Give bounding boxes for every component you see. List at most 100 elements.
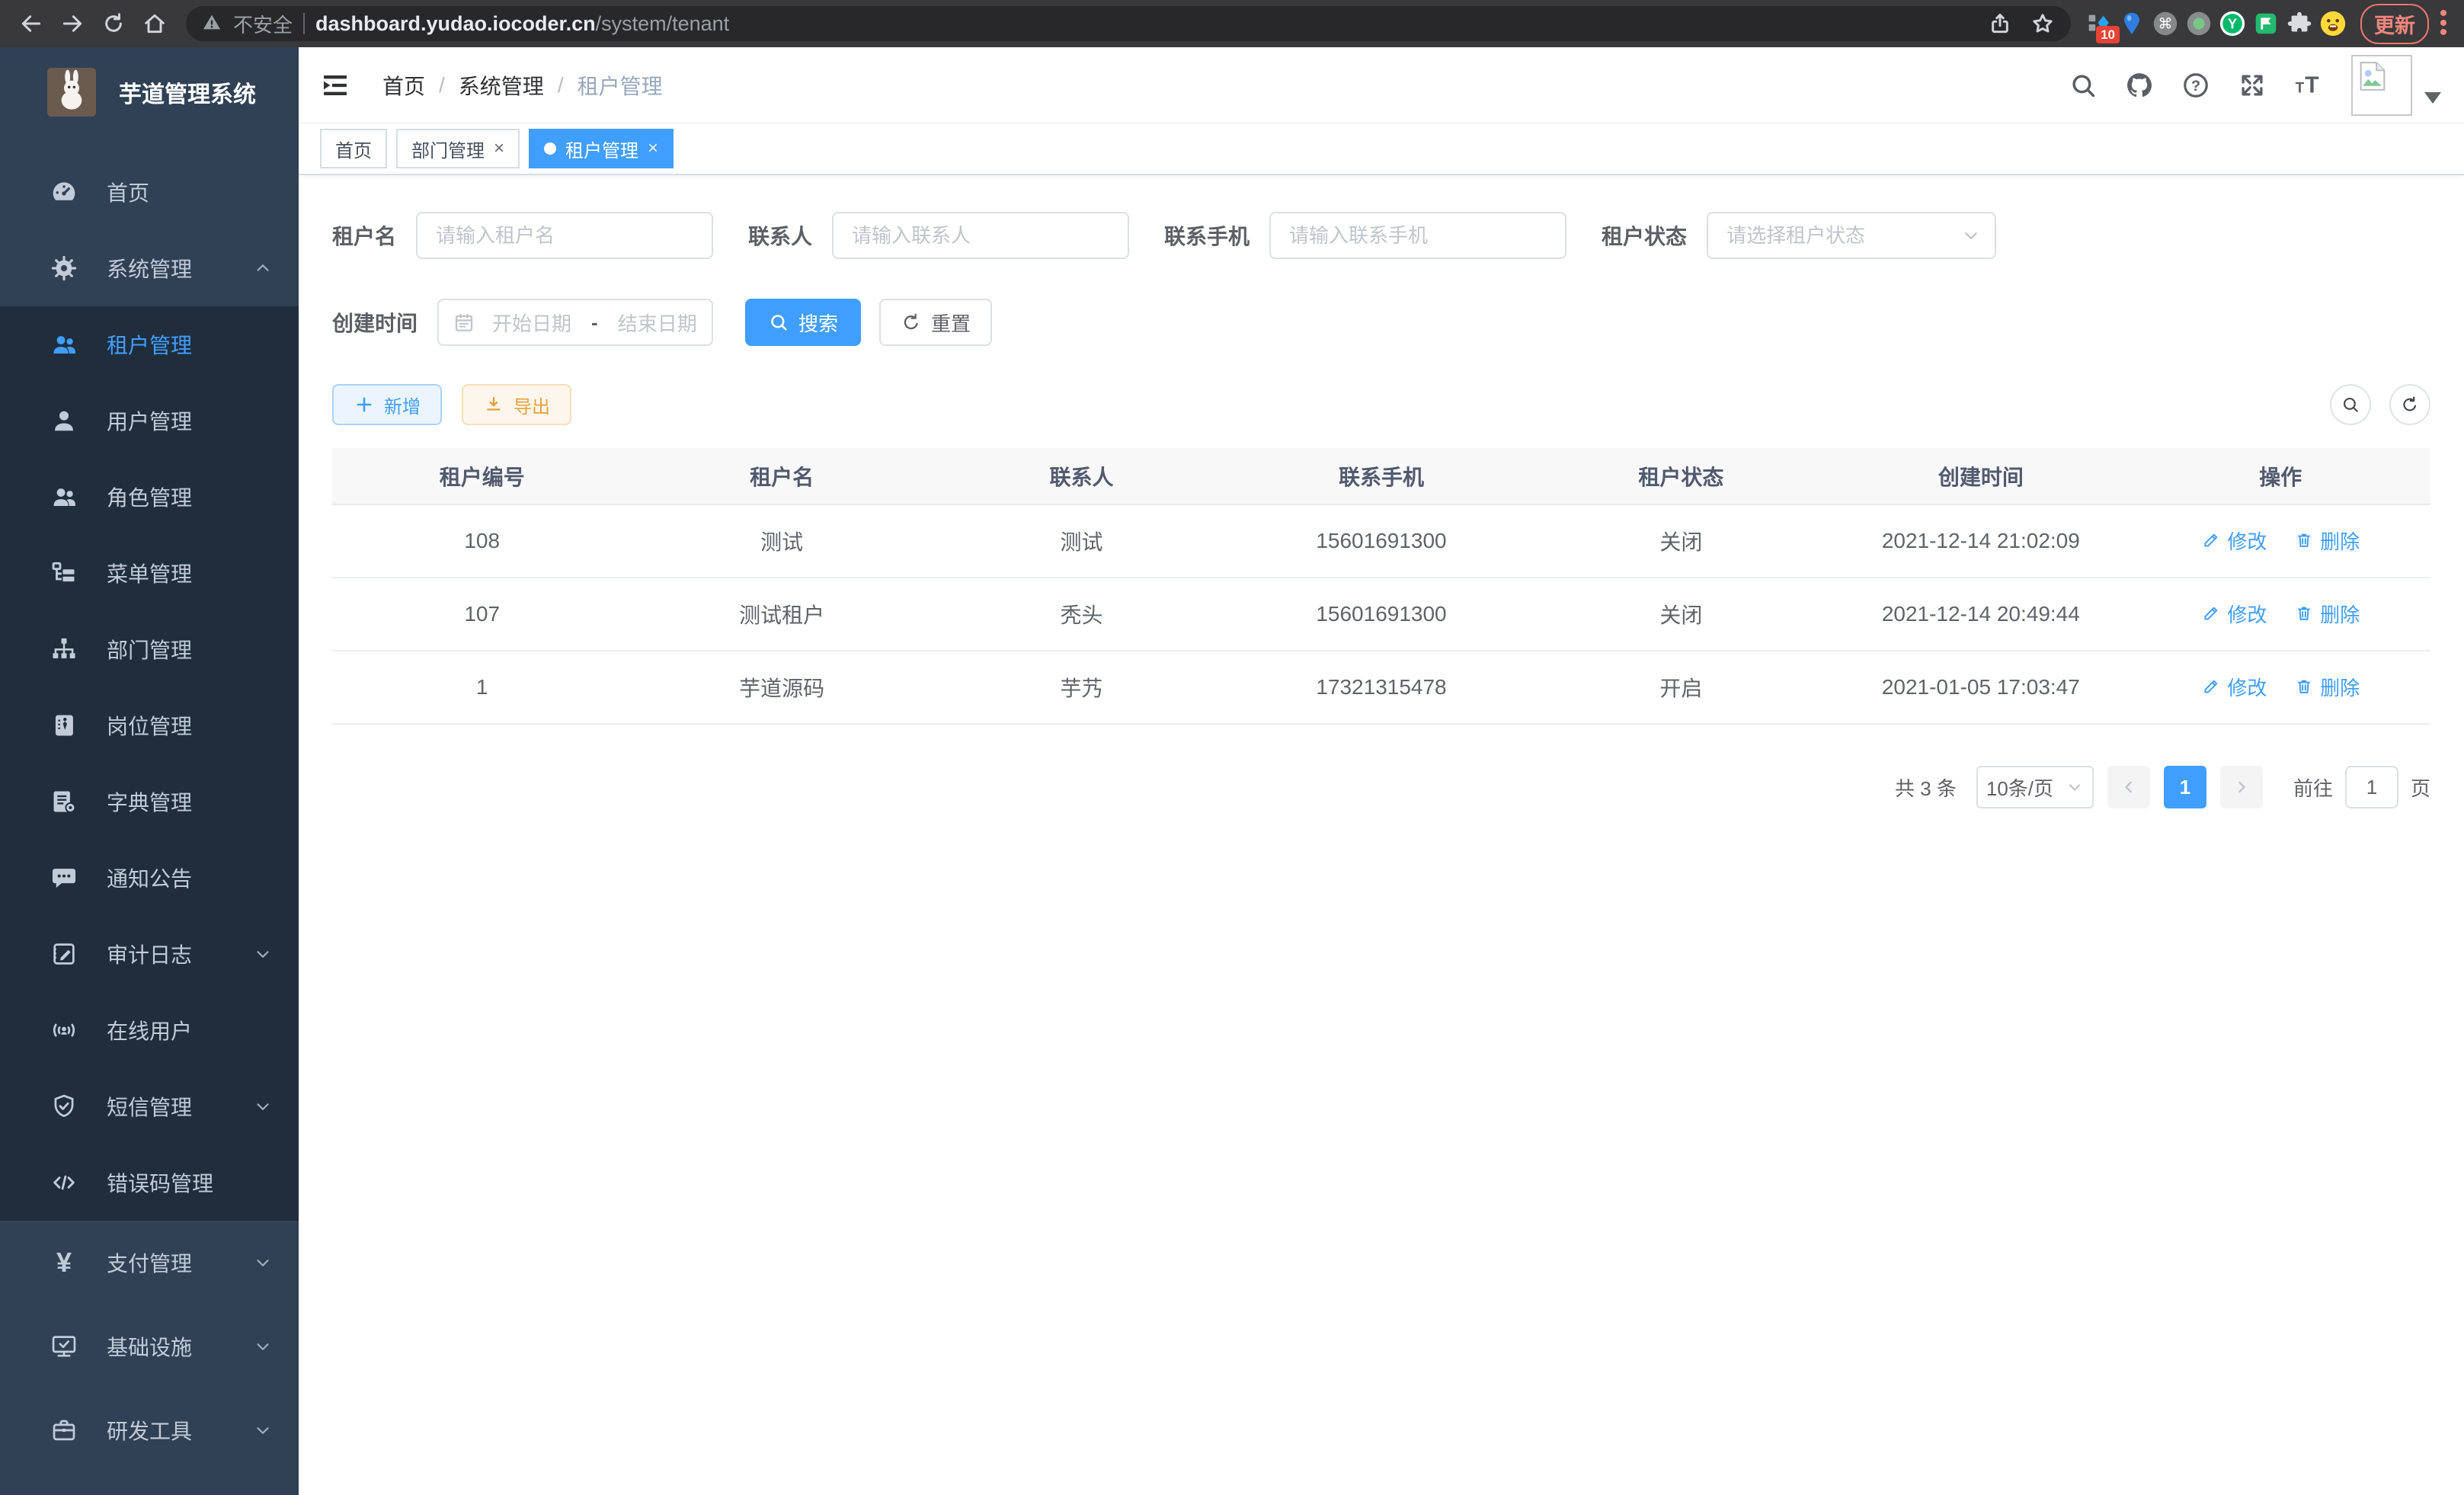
search-button[interactable]: 搜索 — [745, 299, 861, 346]
sidebar-item-dev-tools[interactable]: 研发工具 — [0, 1388, 299, 1472]
header-search-button[interactable] — [2060, 62, 2106, 108]
sidebar-item-system[interactable]: 系统管理 — [0, 230, 299, 306]
chrome-update-button[interactable]: 更新 — [2360, 4, 2429, 44]
col-tenant-id: 租户编号 — [332, 448, 632, 504]
total-count: 共 3 条 — [1895, 773, 1957, 802]
tag-tenant[interactable]: 租户管理 × — [529, 129, 674, 168]
status-select[interactable] — [1707, 212, 1996, 259]
tag-close-icon[interactable]: × — [494, 139, 504, 158]
github-link-button[interactable] — [2117, 62, 2162, 108]
share-icon — [1988, 11, 2012, 36]
goto-page-input[interactable] — [2345, 766, 2398, 808]
bookmark-button[interactable] — [2025, 6, 2060, 41]
tag-close-icon[interactable]: × — [648, 139, 658, 158]
delete-button[interactable]: 删除 — [2294, 673, 2360, 701]
contact-input[interactable] — [832, 212, 1129, 259]
app-logo[interactable]: 芋道管理系统 — [0, 47, 299, 137]
extension-balloon-button[interactable] — [2115, 5, 2149, 42]
fullscreen-button[interactable] — [2229, 62, 2275, 108]
mobile-input[interactable] — [1269, 212, 1566, 259]
browser-back-button[interactable] — [11, 3, 52, 44]
help-button[interactable]: ? — [2173, 62, 2219, 108]
sidebar-item-dict[interactable]: 字典管理 — [0, 764, 299, 840]
avatar-dropdown-caret[interactable] — [2424, 92, 2441, 104]
sidebar-item-label: 通知公告 — [107, 863, 192, 893]
command-icon: ⌘ — [2151, 9, 2180, 38]
sidebar-item-tenant[interactable]: 租户管理 — [0, 306, 299, 383]
tenant-name-input[interactable] — [416, 212, 713, 259]
browser-forward-button[interactable] — [52, 3, 93, 44]
sidebar-item-notice[interactable]: 通知公告 — [0, 840, 299, 916]
status-value: 开启 — [1531, 651, 1831, 724]
next-page-button[interactable] — [2220, 766, 2263, 808]
col-tenant-name: 租户名 — [632, 448, 931, 504]
toggle-search-button[interactable] — [2330, 384, 2371, 425]
sidebar-item-pay[interactable]: ¥ 支付管理 — [0, 1221, 299, 1305]
svg-text:T: T — [2296, 80, 2305, 96]
sidebar-item-label: 在线用户 — [107, 1015, 192, 1045]
user-avatar[interactable] — [2351, 55, 2412, 116]
browser-profile-avatar[interactable] — [2316, 5, 2350, 42]
chevron-up-icon — [253, 258, 273, 278]
browser-reload-button[interactable] — [93, 3, 134, 44]
table-row: 108 测试 测试 15601691300 关闭 2021-12-14 21:0… — [332, 504, 2430, 578]
svg-text:Y: Y — [2228, 17, 2237, 32]
breadcrumb-system: 系统管理 — [459, 70, 544, 101]
date-range-picker[interactable]: 开始日期 - 结束日期 — [437, 299, 713, 346]
green-dot-icon — [2184, 9, 2213, 38]
page-size-select[interactable]: 10条/页 — [1976, 766, 2094, 808]
share-button[interactable] — [1982, 6, 2018, 41]
sidebar-item-post[interactable]: 岗位管理 — [0, 687, 299, 764]
breadcrumb-home[interactable]: 首页 — [382, 70, 425, 101]
font-size-button[interactable]: TT — [2286, 62, 2331, 108]
extension-chat-button[interactable] — [2249, 5, 2283, 42]
add-button[interactable]: 新增 — [332, 384, 442, 425]
emoji-avatar-icon — [2318, 9, 2347, 38]
sidebar-fold-button[interactable] — [320, 69, 354, 102]
org-chart-icon — [49, 634, 79, 664]
question-icon: ? — [2181, 71, 2210, 100]
trash-icon — [2294, 603, 2314, 623]
edit-button[interactable]: 修改 — [2201, 673, 2267, 701]
edit-button[interactable]: 修改 — [2201, 527, 2267, 555]
page-number-1[interactable]: 1 — [2164, 766, 2206, 808]
sidebar-item-user[interactable]: 用户管理 — [0, 383, 299, 459]
tag-home[interactable]: 首页 — [320, 129, 387, 168]
extensions-menu-button[interactable] — [2283, 5, 2316, 42]
sidebar-item-role[interactable]: 角色管理 — [0, 459, 299, 535]
security-label[interactable]: 不安全 — [233, 10, 293, 38]
address-bar[interactable]: 不安全 dashboard.yudao.iocoder.cn/system/te… — [186, 6, 2071, 41]
table-toolbar: 新增 导出 — [332, 384, 2430, 425]
refresh-table-button[interactable] — [2389, 384, 2430, 425]
top-navbar: 首页 / 系统管理 / 租户管理 ? T — [299, 47, 2464, 123]
prev-page-button[interactable] — [2107, 766, 2150, 808]
refresh-icon — [901, 312, 922, 333]
browser-home-button[interactable] — [134, 3, 175, 44]
extension-recorder-button[interactable] — [2182, 5, 2216, 42]
sidebar-item-label: 首页 — [107, 177, 149, 207]
chevron-down-icon — [253, 1420, 273, 1440]
sidebar-item-sms[interactable]: 短信管理 — [0, 1068, 299, 1144]
sidebar-item-label: 错误码管理 — [107, 1167, 213, 1198]
extension-yuque-button[interactable]: Y — [2216, 5, 2249, 42]
browser-menu-button[interactable]: ••• — [2434, 9, 2453, 38]
search-icon — [768, 312, 789, 333]
sidebar-item-home[interactable]: 首页 — [0, 154, 299, 230]
sidebar-item-online-users[interactable]: 在线用户 — [0, 992, 299, 1068]
export-button[interactable]: 导出 — [462, 384, 571, 425]
delete-button[interactable]: 删除 — [2294, 527, 2360, 555]
delete-button[interactable]: 删除 — [2294, 600, 2360, 628]
extension-command-button[interactable]: ⌘ — [2149, 5, 2182, 42]
sidebar-item-dept[interactable]: 部门管理 — [0, 611, 299, 687]
tag-dept[interactable]: 部门管理 × — [396, 129, 520, 168]
extension-grid-button[interactable]: 10 — [2082, 5, 2115, 42]
edit-button[interactable]: 修改 — [2201, 600, 2267, 628]
reset-button[interactable]: 重置 — [879, 299, 992, 346]
sidebar-item-error-code[interactable]: 错误码管理 — [0, 1144, 299, 1221]
sidebar-item-menu[interactable]: 菜单管理 — [0, 535, 299, 611]
sidebar-item-infra[interactable]: 基础设施 — [0, 1305, 299, 1388]
table-header-row: 租户编号 租户名 联系人 联系手机 租户状态 创建时间 操作 — [332, 448, 2430, 504]
sidebar-item-audit-log[interactable]: 审计日志 — [0, 916, 299, 992]
home-icon — [142, 11, 167, 36]
col-created: 创建时间 — [1831, 448, 2130, 504]
